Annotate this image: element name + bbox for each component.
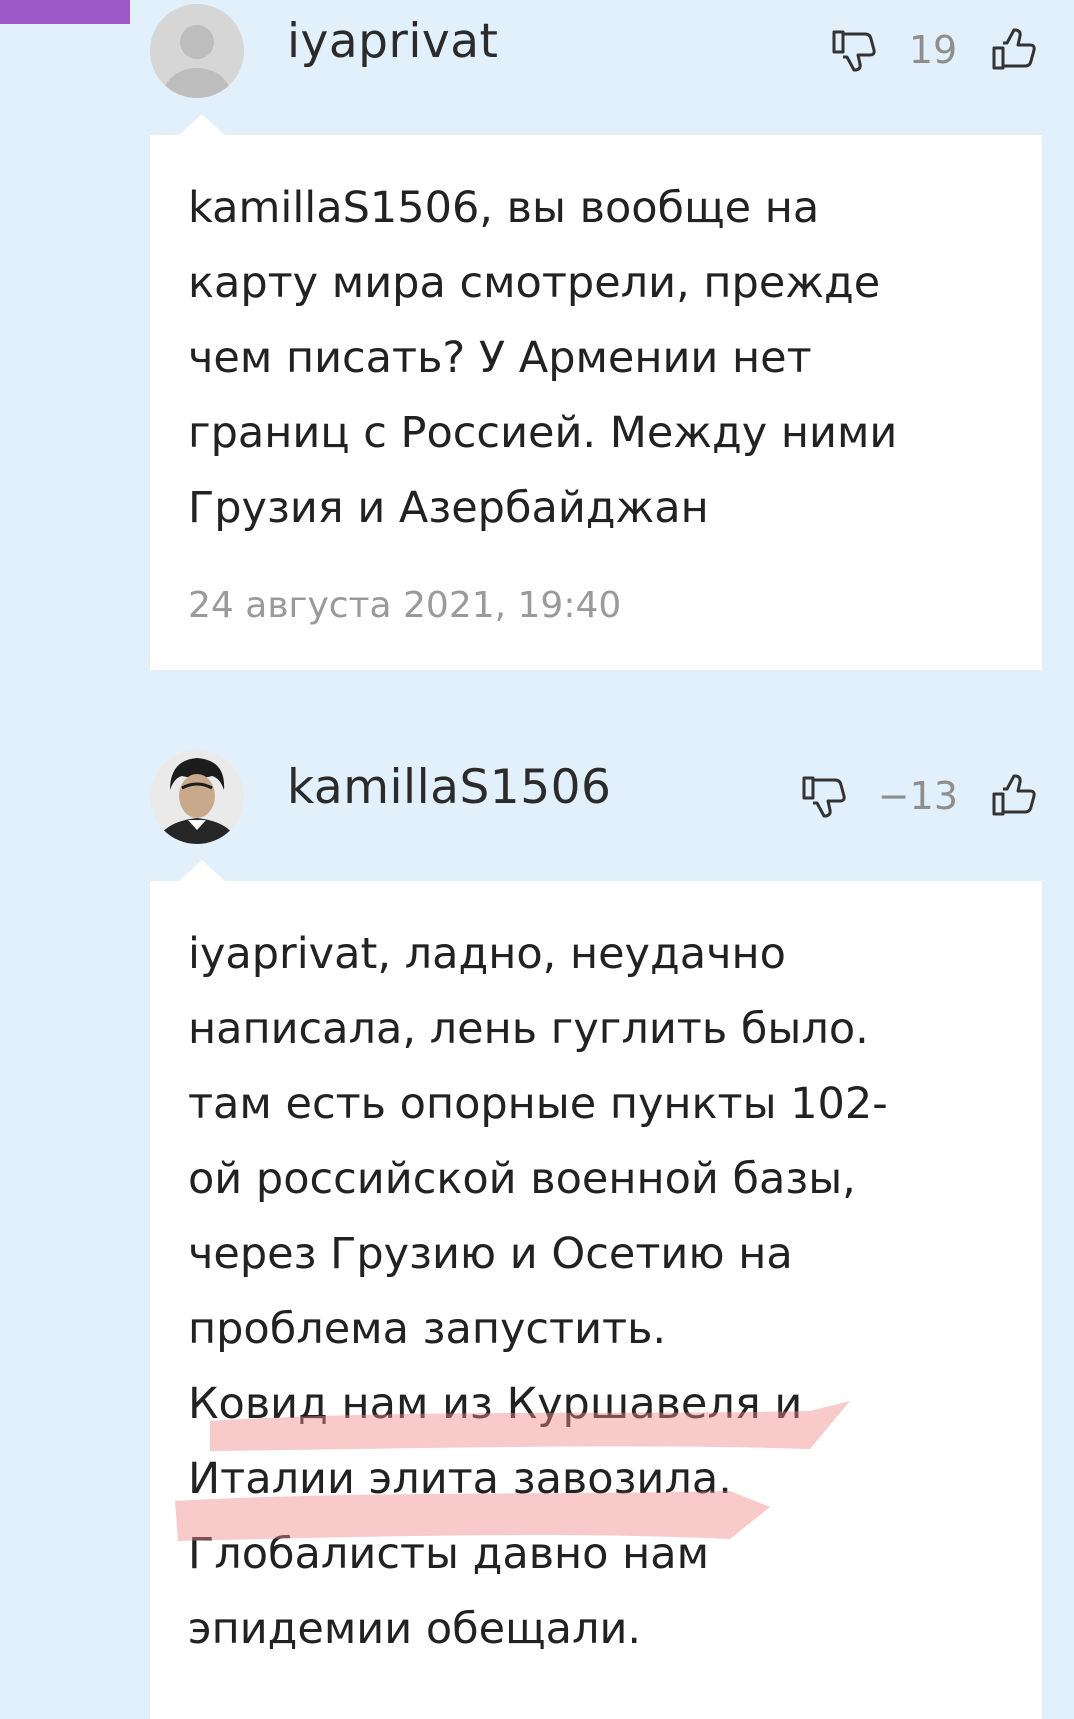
thumbs-down-icon[interactable]: [802, 774, 848, 818]
comment-card: kamillaS1506 −13 iyaprivat, ладно, неуда…: [0, 746, 1074, 1719]
vote-controls: 19: [832, 28, 1038, 72]
default-avatar-icon: [150, 4, 244, 98]
thumbs-up-icon[interactable]: [992, 28, 1038, 72]
avatar[interactable]: [150, 4, 244, 98]
comment-bubble: iyaprivat, ладно, неудачно написала, лен…: [150, 881, 1042, 1719]
bubble-tail: [178, 860, 226, 882]
comment-text: kamillaS1506, вы вообще на карту мира см…: [188, 183, 898, 533]
thumbs-up-icon[interactable]: [992, 774, 1038, 818]
thumbs-down-icon[interactable]: [832, 28, 878, 72]
comment-score: 19: [908, 28, 958, 72]
user-photo-icon: [150, 750, 244, 844]
comment-username[interactable]: kamillaS1506: [287, 760, 611, 815]
comment-text: iyaprivat, ладно, неудачно написала, лен…: [188, 929, 888, 1654]
avatar[interactable]: [150, 750, 244, 844]
vote-controls: −13: [802, 774, 1038, 818]
comment-card: iyaprivat 19 kamillaS1506, вы вообще на …: [0, 0, 1074, 680]
comment-bubble: kamillaS1506, вы вообще на карту мира см…: [150, 135, 1042, 670]
comment-username[interactable]: iyaprivat: [287, 14, 498, 69]
bubble-tail: [178, 114, 226, 136]
comment-score: −13: [877, 774, 958, 818]
comment-date: 24 августа 2021, 19:40: [188, 585, 622, 626]
